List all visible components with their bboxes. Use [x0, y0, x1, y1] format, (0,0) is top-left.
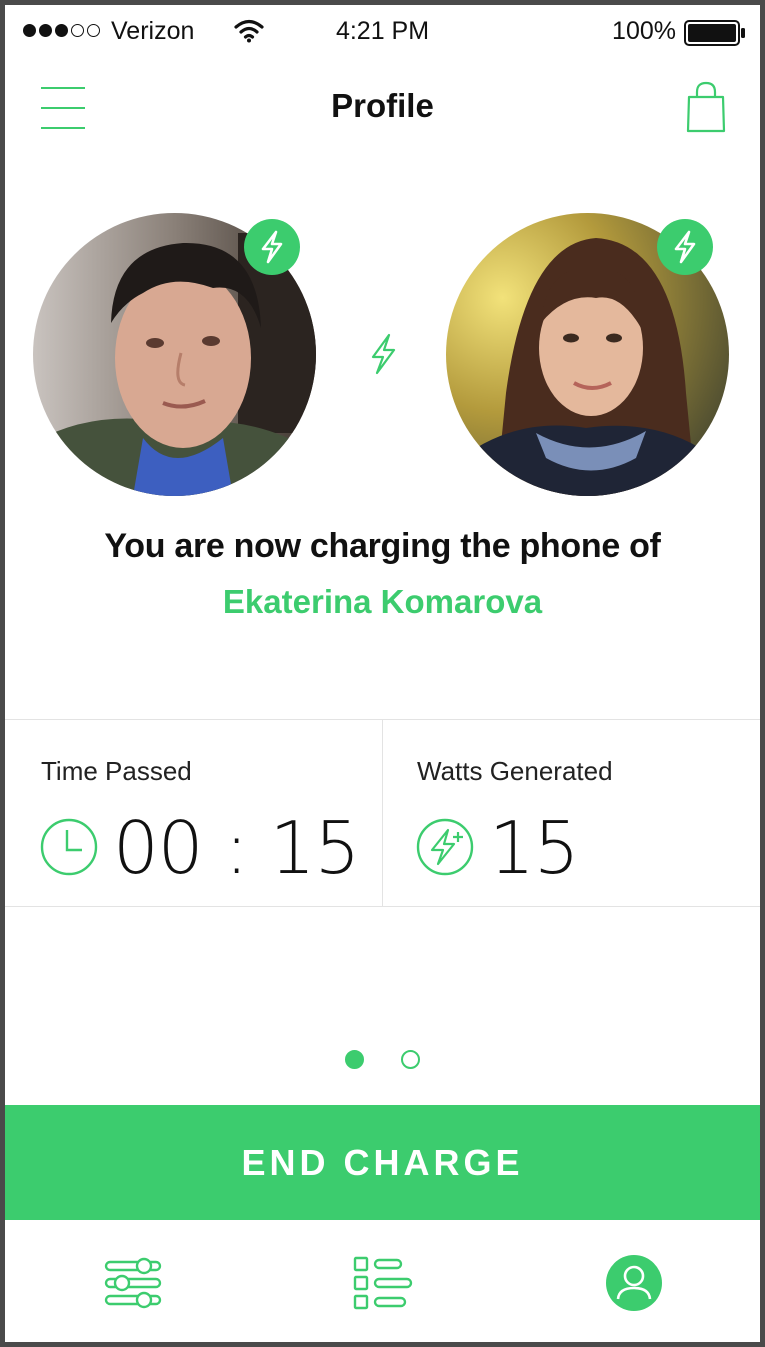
- page-title: Profile: [331, 87, 434, 124]
- partner-name[interactable]: Ekaterina Komarova: [5, 583, 760, 621]
- tab-bar: [5, 1220, 760, 1342]
- lightning-badge-icon: [261, 230, 283, 264]
- page-dot-1[interactable]: [345, 1050, 364, 1069]
- clock-icon: [40, 818, 98, 876]
- lightning-plus-icon: [416, 818, 474, 876]
- partner-charging-badge: [657, 219, 713, 275]
- app-screen: Verizon 4:21 PM 100% Profile You are now…: [5, 5, 760, 1342]
- time-passed-value: 00 : 15: [113, 806, 360, 890]
- lightning-badge-icon: [674, 230, 696, 264]
- stats-panel: Time Passed 00 : 15 Watts Generated 15: [5, 719, 760, 907]
- watts-generated-value: 15: [489, 806, 580, 890]
- my-charging-badge: [244, 219, 300, 275]
- page-indicator: [5, 1050, 760, 1069]
- profile-icon[interactable]: [605, 1254, 663, 1312]
- shopping-bag-icon[interactable]: [686, 81, 726, 133]
- navigation-bar: Profile: [5, 65, 760, 155]
- page-dot-2[interactable]: [401, 1050, 420, 1069]
- settings-sliders-icon[interactable]: [104, 1254, 162, 1312]
- my-avatar[interactable]: [33, 213, 316, 496]
- stats-divider: [382, 720, 383, 906]
- battery-percent: 100%: [612, 17, 676, 45]
- time-passed-label: Time Passed: [41, 756, 192, 786]
- partner-avatar[interactable]: [446, 213, 729, 496]
- end-charge-button[interactable]: END CHARGE: [5, 1105, 760, 1220]
- charging-message: You are now charging the phone of: [104, 527, 661, 565]
- battery-icon: [684, 20, 745, 46]
- watts-generated-label: Watts Generated: [417, 756, 613, 786]
- status-bar: Verizon 4:21 PM 100%: [5, 5, 760, 57]
- lightning-icon: [371, 333, 396, 375]
- list-icon[interactable]: [353, 1254, 413, 1314]
